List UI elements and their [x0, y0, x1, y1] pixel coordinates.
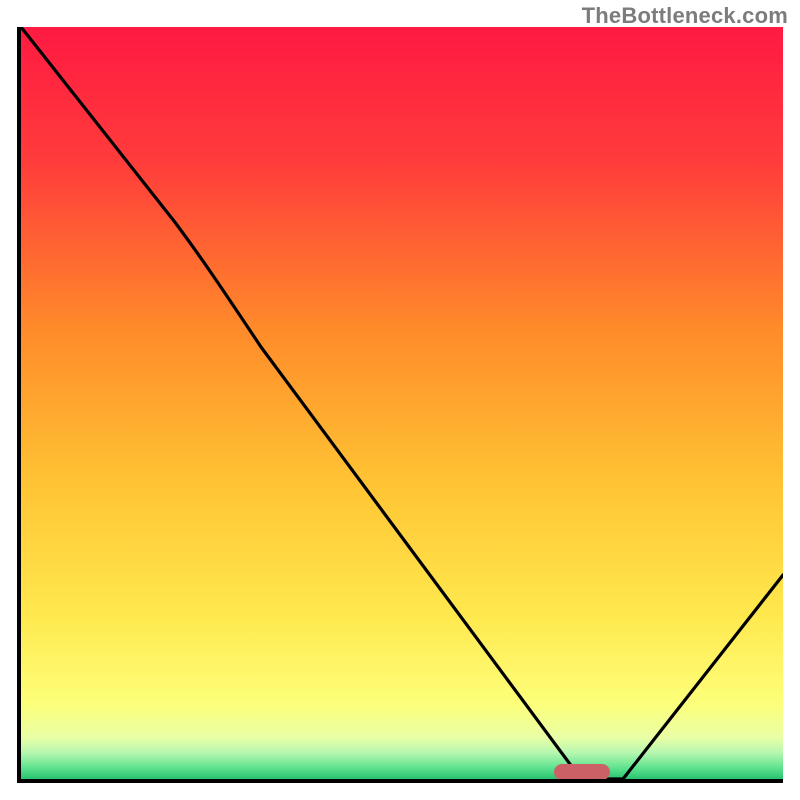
chart-stage: TheBottleneck.com: [0, 0, 800, 800]
watermark-text: TheBottleneck.com: [582, 3, 788, 29]
plot-area: [21, 27, 783, 779]
optimal-marker: [554, 764, 610, 779]
plot-frame: [17, 27, 783, 783]
bottleneck-curve: [21, 27, 783, 779]
